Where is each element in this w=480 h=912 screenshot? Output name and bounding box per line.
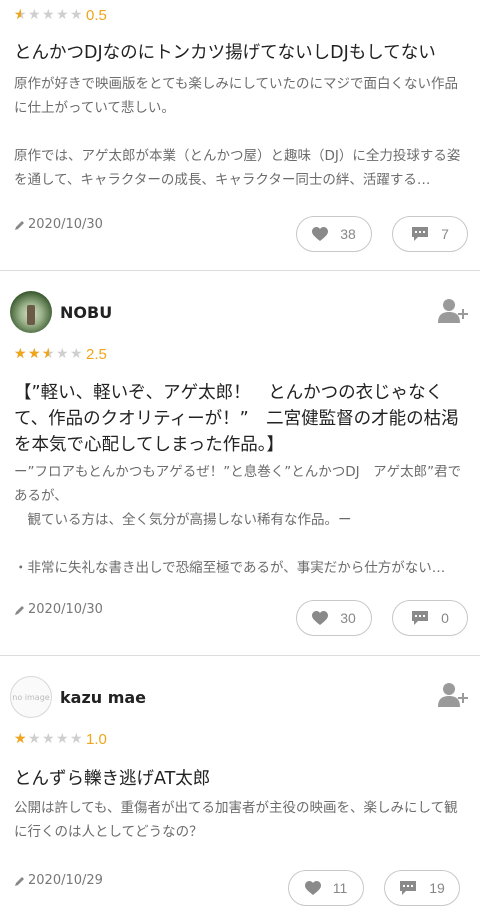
review-date-text: 2020/10/30: [28, 217, 103, 232]
comment-button[interactable]: 0: [392, 600, 468, 636]
review-body[interactable]: ー”フロアもとんかつもアゲるぜ！”と息巻く”とんかつDJ アゲ太郎”君であるが、…: [14, 460, 470, 580]
star-icon: ★: [28, 731, 41, 747]
rating-score: 0.5: [86, 6, 107, 24]
review-date-text: 2020/10/29: [28, 873, 103, 888]
divider: [0, 270, 480, 271]
like-count: 30: [340, 610, 356, 626]
star-icon: ★: [56, 346, 69, 362]
star-rating: ★ ★ ★ ★ ★ ★ 0.5: [14, 6, 107, 24]
comment-button[interactable]: 19: [384, 870, 460, 906]
review-title[interactable]: 【”軽い、軽いぞ、アゲ太郎！ とんかつの衣じゃなくて、作品のクオリティーが！” …: [14, 380, 466, 458]
comment-button[interactable]: 7: [392, 216, 468, 252]
star-icon: ★: [70, 346, 83, 362]
username[interactable]: kazu mae: [60, 688, 146, 707]
reviewer-row[interactable]: no image kazu mae: [10, 675, 146, 719]
pencil-icon: [15, 220, 24, 230]
review-date: 2020/10/30: [14, 217, 103, 232]
star-icon: ★: [56, 731, 69, 747]
review-body[interactable]: 原作が好きで映画版をとても楽しみにしていたのにマジで面白くない作品に仕上がってい…: [14, 72, 470, 196]
username[interactable]: NOBU: [60, 303, 112, 322]
comment-icon: [412, 227, 429, 241]
star-icon: ★: [42, 7, 55, 23]
review-date: 2020/10/30: [14, 602, 103, 617]
star-rating: ★ ★ ★ ★ ★ ★ 1.0: [14, 730, 107, 748]
divider: [0, 655, 480, 656]
star-icon: ★: [70, 7, 83, 23]
star-icon: ★ ★: [14, 346, 27, 362]
avatar[interactable]: no image: [10, 676, 52, 718]
comment-icon: [412, 611, 429, 625]
like-count: 38: [340, 226, 356, 242]
add-user-icon[interactable]: [438, 298, 468, 324]
review-body[interactable]: 公開は許しても、重傷者が出てる加害者が主役の映画を、楽しみにして観に行くのは人と…: [14, 796, 470, 844]
add-user-icon[interactable]: [438, 682, 468, 708]
review-title[interactable]: とんかつDJなのにトンカツ揚げてないしDJもしてない: [14, 40, 466, 66]
heart-icon: [312, 226, 329, 241]
star-icon: ★: [42, 731, 55, 747]
heart-icon: [304, 880, 321, 895]
rating-score: 2.5: [86, 345, 107, 363]
like-button[interactable]: 11: [288, 870, 364, 906]
reviewer-row[interactable]: NOBU: [10, 290, 112, 334]
star-icon: ★ ★: [42, 346, 55, 362]
comment-count: 19: [429, 880, 445, 896]
review-date: 2020/10/29: [14, 873, 103, 888]
star-icon: ★ ★: [14, 7, 27, 23]
star-icon: ★: [56, 7, 69, 23]
avatar-placeholder-text: no image: [12, 692, 50, 702]
heart-icon: [312, 610, 329, 625]
review-title[interactable]: とんずら轢き逃げAT太郎: [14, 766, 466, 792]
comment-count: 7: [441, 226, 449, 242]
pencil-icon: [15, 876, 24, 886]
avatar[interactable]: [10, 291, 52, 333]
rating-score: 1.0: [86, 730, 107, 748]
comment-icon: [400, 881, 417, 895]
like-count: 11: [332, 880, 348, 896]
pencil-icon: [15, 605, 24, 615]
star-icon: ★ ★: [28, 346, 41, 362]
star-icon: ★: [70, 731, 83, 747]
like-button[interactable]: 38: [296, 216, 372, 252]
comment-count: 0: [441, 610, 449, 626]
star-rating: ★ ★ ★ ★ ★ ★ ★ ★ 2.5: [14, 345, 107, 363]
like-button[interactable]: 30: [296, 600, 372, 636]
star-icon: ★: [28, 7, 41, 23]
star-icon: ★ ★: [14, 731, 27, 747]
review-date-text: 2020/10/30: [28, 602, 103, 617]
